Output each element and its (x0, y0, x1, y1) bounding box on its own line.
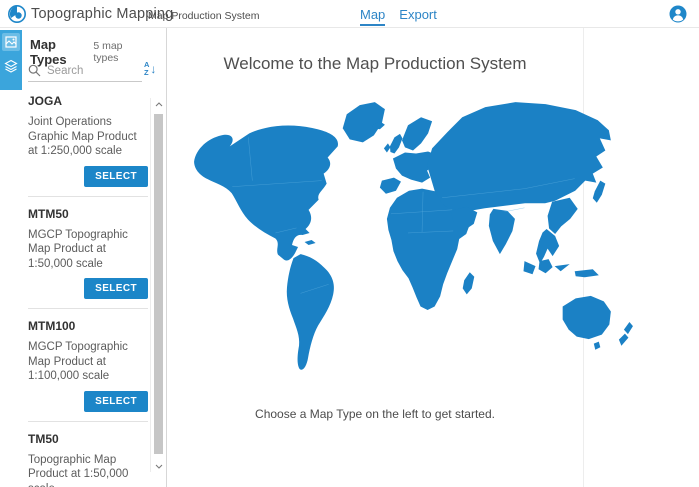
map-type-name: MTM50 (28, 205, 148, 221)
map-type-description: Topographic Map Product at 1:50,000 scal… (28, 453, 148, 487)
chevron-down-icon[interactable] (153, 460, 164, 472)
map-type-name: MTM100 (28, 317, 148, 333)
map-type-description: Joint Operations Graphic Map Product at … (28, 115, 148, 159)
search-row (28, 60, 142, 82)
chevron-up-icon[interactable] (153, 98, 164, 110)
app-window: Topographic Mapping Map Production Syste… (0, 0, 699, 487)
list-item-mtm50: MTM50 MGCP Topographic Map Product at 1:… (28, 196, 148, 309)
tab-map[interactable]: Map (360, 0, 385, 28)
instruction-text: Choose a Map Type on the left to get sta… (167, 407, 583, 421)
list-item-mtm100: MTM100 MGCP Topographic Map Product at 1… (28, 308, 148, 421)
main-content: Welcome to the Map Production System (167, 28, 699, 487)
select-button-joga[interactable]: SELECT (84, 166, 148, 187)
sort-letter-z: Z (144, 69, 149, 77)
layers-icon[interactable] (2, 57, 20, 75)
list-item-joga: JOGA Joint Operations Graphic Map Produc… (28, 84, 148, 196)
map-type-description: MGCP Topographic Map Product at 1:50,000… (28, 228, 148, 272)
list-item-tm50: TM50 Topographic Map Product at 1:50,000… (28, 421, 148, 487)
tab-export[interactable]: Export (399, 0, 437, 28)
scrollbar-thumb[interactable] (154, 114, 163, 454)
map-type-name: TM50 (28, 430, 148, 446)
map-type-list: JOGA Joint Operations Graphic Map Produc… (28, 84, 148, 487)
side-toolstrip (0, 30, 22, 90)
sidebar-scrollbar (150, 98, 164, 472)
map-type-description: MGCP Topographic Map Product at 1:100,00… (28, 340, 148, 384)
globe-logo-icon (8, 5, 26, 23)
sort-az-icon[interactable]: A Z ↓ (144, 58, 164, 80)
app-header: Topographic Mapping Map Production Syste… (0, 0, 699, 28)
map-icon[interactable] (2, 33, 20, 51)
map-type-name: JOGA (28, 92, 148, 108)
search-icon (28, 64, 41, 77)
welcome-title: Welcome to the Map Production System (167, 54, 583, 74)
search-input[interactable] (47, 65, 133, 77)
sort-arrow: ↓ (150, 63, 156, 75)
select-button-mtm50[interactable]: SELECT (84, 278, 148, 299)
user-avatar-icon[interactable] (669, 5, 687, 23)
header-tabs: Map Export (360, 0, 437, 28)
world-map (173, 82, 645, 394)
select-button-mtm100[interactable]: SELECT (84, 391, 148, 412)
map-types-panel: Map Types 5 map types A Z ↓ JOGA Joint O (0, 28, 167, 487)
app-subtitle: Map Production System (148, 10, 259, 22)
